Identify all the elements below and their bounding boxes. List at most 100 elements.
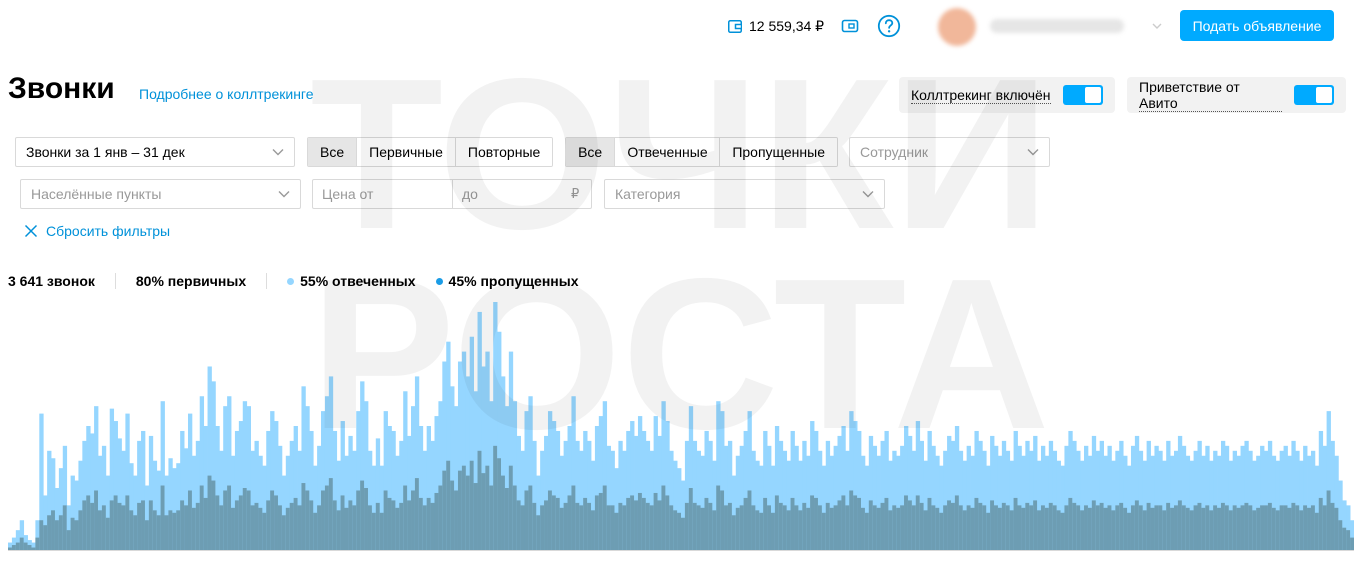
chart-bar-missed[interactable] [1220,502,1226,550]
chart-bar-missed[interactable] [798,510,803,550]
chart-bar-missed[interactable] [1095,505,1101,550]
chart-bar-missed[interactable] [336,510,341,550]
chart-bar-missed[interactable] [274,495,279,550]
chart-bar-missed[interactable] [180,500,185,550]
chart-bar-missed[interactable] [657,500,662,550]
chart-bar-missed[interactable] [317,505,322,550]
chart-bar-missed[interactable] [199,485,205,550]
call-status-all[interactable]: Все [566,138,615,166]
chart-bar-missed[interactable] [125,495,130,550]
chart-bar-missed[interactable] [994,505,999,550]
reset-filters-button[interactable]: Сбросить фильтры [24,223,170,239]
chart-bar-missed[interactable] [1115,505,1120,550]
chart-bar-missed[interactable] [1279,505,1284,550]
chart-bar-missed[interactable] [1330,502,1335,550]
chart-bar-missed[interactable] [1299,510,1304,550]
chart-bar-missed[interactable] [1040,505,1046,550]
chart-bar-missed[interactable] [473,483,478,550]
chart-bar-missed[interactable] [880,502,885,550]
chart-bar-missed[interactable] [305,490,310,550]
promo-icon[interactable] [840,16,860,36]
chart-bar-missed[interactable] [614,512,619,550]
chart-bar-missed[interactable] [262,512,267,550]
chart-bar-missed[interactable] [911,505,917,550]
chart-bar-missed[interactable] [551,495,557,550]
chart-bar-missed[interactable] [1146,502,1151,550]
chart-bar-missed[interactable] [301,483,306,550]
chart-bar-missed[interactable] [1275,510,1281,550]
chart-bar-missed[interactable] [1080,510,1085,550]
chart-bar-missed[interactable] [1064,505,1069,550]
chart-bar-missed[interactable] [782,505,788,550]
chart-bar-missed[interactable] [1158,505,1163,550]
chart-bar-missed[interactable] [575,502,580,550]
chart-bar-missed[interactable] [367,505,373,550]
chart-bar-missed[interactable] [426,497,431,550]
chart-bar-missed[interactable] [1213,505,1218,550]
chart-bar-missed[interactable] [536,515,541,550]
chart-bar-missed[interactable] [356,490,361,550]
chart-bar-missed[interactable] [418,497,424,550]
chart-bar-missed[interactable] [853,495,858,550]
chart-bar-missed[interactable] [465,475,471,550]
chart-bar-missed[interactable] [191,507,197,550]
chart-bar-missed[interactable] [688,488,694,550]
chart-bar-missed[interactable] [219,505,224,550]
chart-bar-missed[interactable] [450,480,455,550]
chart-bar-missed[interactable] [708,502,713,550]
chart-bar-missed[interactable] [751,505,756,550]
chart-bar-missed[interactable] [47,515,52,550]
chart-bar-missed[interactable] [1185,507,1191,550]
chart-bar-missed[interactable] [187,490,193,550]
chart-bar-missed[interactable] [1189,510,1194,550]
chart-bar-missed[interactable] [841,495,846,550]
avatar[interactable] [938,8,976,46]
chart-bar-missed[interactable] [876,507,881,550]
chart-bar-missed[interactable] [371,512,377,550]
chart-bar-missed[interactable] [630,495,635,550]
chart-bar-missed[interactable] [833,505,838,550]
chart-bar-missed[interactable] [528,485,533,550]
chart-bar-missed[interactable] [176,510,181,550]
chart-bar-missed[interactable] [309,500,314,550]
chart-bar-missed[interactable] [802,502,807,550]
chart-bar-missed[interactable] [1350,537,1354,550]
chart-bar-missed[interactable] [23,542,28,550]
chart-bar-missed[interactable] [141,500,146,550]
chart-bar-missed[interactable] [234,500,240,550]
chart-bar-missed[interactable] [246,490,251,550]
chart-bar-missed[interactable] [1232,505,1238,550]
calltracking-toggle[interactable]: Коллтрекинг включён [899,77,1115,113]
chart-bar-missed[interactable] [669,505,674,550]
chart-bar-missed[interactable] [594,495,600,550]
chart-bar-missed[interactable] [1193,505,1198,550]
chart-bar-missed[interactable] [1150,507,1155,550]
chart-bar-missed[interactable] [821,512,827,550]
chart-bar-missed[interactable] [58,515,64,550]
chart-bar-missed[interactable] [133,515,138,550]
chart-bar-missed[interactable] [947,500,952,550]
chart-bar-missed[interactable] [1326,490,1331,550]
chart-bar-missed[interactable] [966,505,971,550]
chart-bar-missed[interactable] [954,495,960,550]
chart-bar-missed[interactable] [665,495,670,550]
chart-bar-missed[interactable] [1252,510,1257,550]
chart-bar-missed[interactable] [888,510,893,550]
chart-bar-missed[interactable] [610,505,615,550]
chart-bar-missed[interactable] [547,490,553,550]
chart-bar-missed[interactable] [860,507,866,550]
price-from-input[interactable] [313,180,453,208]
chart-bar-missed[interactable] [1013,497,1018,550]
chart-bar-missed[interactable] [618,502,623,550]
chart-bar-missed[interactable] [767,505,772,550]
chart-bar-missed[interactable] [512,485,518,550]
chart-bar-missed[interactable] [364,488,369,550]
chart-bar-missed[interactable] [567,495,572,550]
chart-bar-missed[interactable] [227,485,232,550]
chart-bar-missed[interactable] [1134,500,1140,550]
chart-bar-missed[interactable] [540,505,545,550]
chart-bar-missed[interactable] [1209,510,1214,550]
chart-bar-missed[interactable] [1021,507,1026,550]
chart-bar-missed[interactable] [794,505,799,550]
chart-bar-missed[interactable] [602,485,608,550]
